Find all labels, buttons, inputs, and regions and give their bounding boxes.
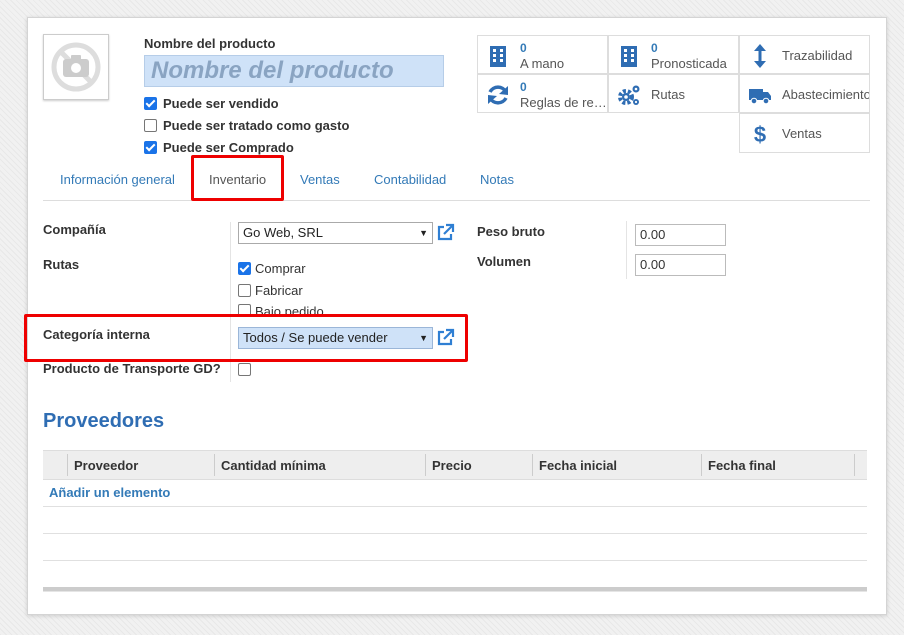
on-hand-button[interactable]: 0 A mano bbox=[477, 35, 608, 74]
route-manufacture-checkbox[interactable]: Fabricar bbox=[238, 282, 303, 298]
building-icon bbox=[621, 46, 637, 67]
internal-category-highlight bbox=[24, 314, 468, 362]
checkbox-unchecked-icon bbox=[144, 118, 157, 132]
product-name-label: Nombre del producto bbox=[144, 36, 276, 51]
company-label: Compañía bbox=[43, 222, 106, 237]
volume-input[interactable]: 0.00 bbox=[635, 254, 726, 276]
company-select[interactable]: Go Web, SRL ▼ bbox=[238, 222, 433, 244]
forecast-button[interactable]: 0 Pronosticada bbox=[608, 35, 739, 74]
building-icon bbox=[490, 46, 506, 67]
vendors-section-title: Proveedores bbox=[43, 410, 165, 432]
routes-button[interactable]: Rutas bbox=[608, 74, 739, 113]
can-be-purchased-checkbox[interactable]: Puede ser Comprado bbox=[144, 138, 294, 156]
procurements-button[interactable]: Abastecimientos bbox=[739, 74, 870, 113]
refresh-icon bbox=[488, 85, 508, 105]
product-image[interactable] bbox=[43, 34, 109, 100]
transport-product-checkbox[interactable] bbox=[238, 363, 251, 376]
external-link-icon[interactable] bbox=[435, 223, 455, 243]
route-make-to-order-checkbox[interactable]: Bajo pedido bbox=[238, 304, 324, 314]
svg-text:$: $ bbox=[754, 122, 766, 146]
vendors-table: Proveedor Cantidad mínima Precio Fecha i… bbox=[43, 450, 867, 592]
vendors-table-header: Proveedor Cantidad mínima Precio Fecha i… bbox=[43, 450, 867, 480]
no-image-camera-icon bbox=[51, 42, 101, 92]
checkbox-checked-icon bbox=[238, 261, 251, 275]
checkbox-checked-icon bbox=[144, 96, 157, 110]
table-row bbox=[43, 534, 867, 561]
tab-sales[interactable]: Ventas bbox=[300, 172, 340, 187]
gross-weight-label: Peso bruto bbox=[477, 224, 545, 239]
table-footer bbox=[43, 587, 867, 592]
truck-icon bbox=[749, 89, 771, 105]
checkbox-checked-icon bbox=[144, 140, 157, 154]
product-name-input[interactable]: Nombre del producto bbox=[144, 55, 444, 87]
table-row: Añadir un elemento bbox=[43, 480, 867, 507]
product-form-sheet: Nombre del producto Nombre del producto … bbox=[24, 17, 887, 615]
add-line-link[interactable]: Añadir un elemento bbox=[49, 485, 170, 500]
can-be-expensed-checkbox[interactable]: Puede ser tratado como gasto bbox=[144, 116, 349, 134]
tab-notes[interactable]: Notas bbox=[480, 172, 514, 187]
column-end-date[interactable]: Fecha final bbox=[708, 458, 776, 473]
notebook-tabs: Información general Inventario Ventas Co… bbox=[43, 160, 870, 201]
column-vendor[interactable]: Proveedor bbox=[74, 458, 138, 473]
field-divider bbox=[626, 221, 627, 279]
dropdown-arrow-icon: ▼ bbox=[419, 228, 428, 238]
traceability-button[interactable]: Trazabilidad bbox=[739, 35, 870, 74]
table-row bbox=[43, 507, 867, 534]
gears-icon bbox=[618, 85, 640, 105]
tab-general-info[interactable]: Información general bbox=[60, 172, 175, 187]
can-be-sold-checkbox[interactable]: Puede ser vendido bbox=[144, 94, 279, 112]
column-start-date[interactable]: Fecha inicial bbox=[539, 458, 617, 473]
sales-button[interactable]: $ Ventas bbox=[739, 113, 870, 153]
reordering-rules-button[interactable]: 0 Reglas de re… bbox=[477, 74, 608, 113]
volume-label: Volumen bbox=[477, 254, 531, 269]
up-down-arrow-icon bbox=[754, 44, 766, 68]
checkbox-unchecked-icon bbox=[238, 304, 251, 314]
tab-accounting[interactable]: Contabilidad bbox=[374, 172, 446, 187]
checkbox-unchecked-icon bbox=[238, 283, 251, 297]
dollar-icon: $ bbox=[754, 122, 766, 146]
route-buy-checkbox[interactable]: Comprar bbox=[238, 260, 306, 276]
transport-product-label: Producto de Transporte GD? bbox=[43, 361, 221, 376]
inventory-tab-highlight bbox=[191, 155, 284, 201]
gross-weight-input[interactable]: 0.00 bbox=[635, 224, 726, 246]
column-min-qty[interactable]: Cantidad mínima bbox=[221, 458, 326, 473]
column-price[interactable]: Precio bbox=[432, 458, 472, 473]
routes-label: Rutas bbox=[43, 257, 80, 272]
